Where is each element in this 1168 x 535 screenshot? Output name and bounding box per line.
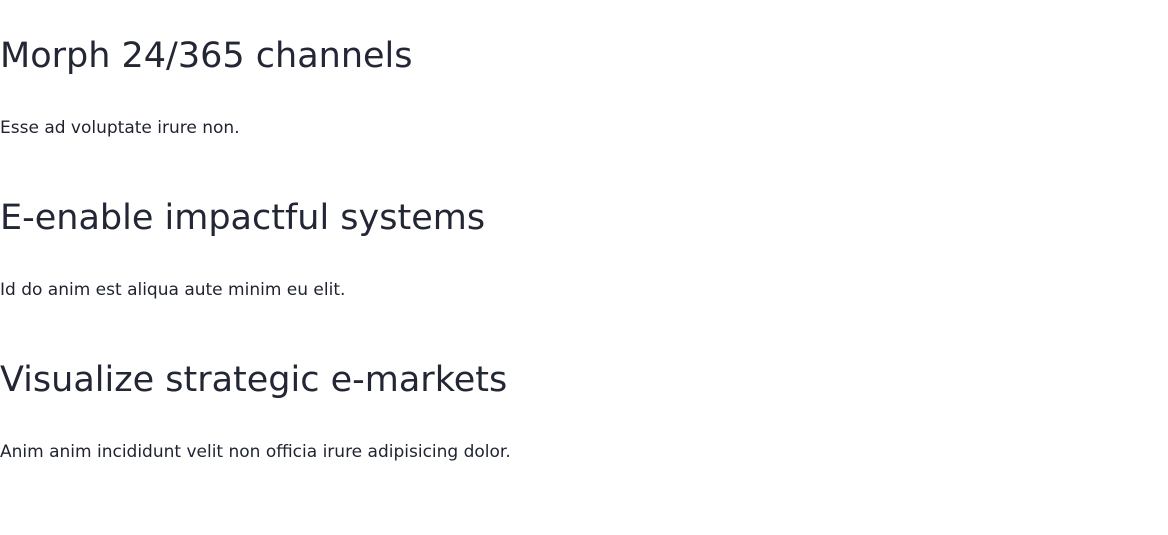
feature-description: Id do anim est aliqua aute minim eu elit… [0,280,346,300]
feature-title: Morph 24/365 channels [0,36,413,76]
feature-item: Visualize strategic e-markets Anim anim … [0,359,511,463]
feature-item: E-enable impactful systems Id do anim es… [0,197,485,301]
feature-list: Morph 24/365 channels Esse ad voluptate … [0,0,1168,535]
feature-description: Anim anim incididunt velit non officia i… [0,442,511,462]
feature-title: E-enable impactful systems [0,198,486,238]
feature-description: Esse ad voluptate irure non. [0,118,240,138]
feature-item: Morph 24/365 channels Esse ad voluptate … [0,35,413,139]
feature-title: Visualize strategic e-markets [0,360,508,400]
